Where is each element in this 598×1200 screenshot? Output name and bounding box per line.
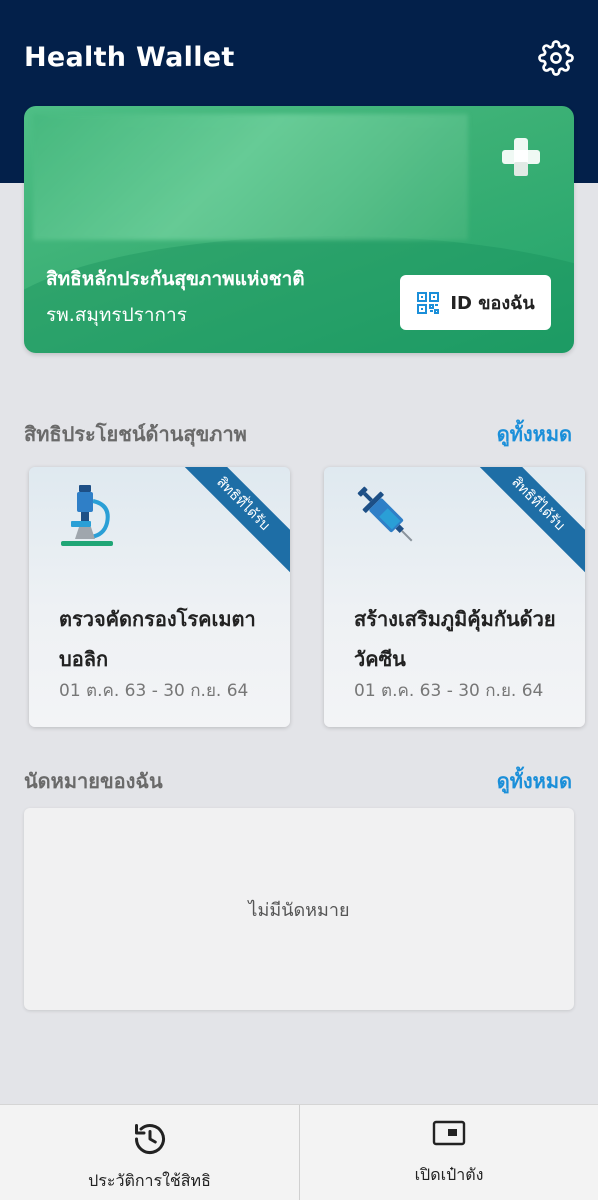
benefit-title: สร้างเสริมภูมิคุ้มกันด้วยวัคซีน bbox=[354, 607, 556, 671]
card-blurred-image bbox=[33, 114, 468, 240]
nav-usage-history[interactable]: ประวัติการใช้สิทธิ bbox=[0, 1105, 299, 1200]
benefit-date-range: 01 ต.ค. 63 - 30 ก.ย. 64 bbox=[59, 681, 249, 701]
plus-icon bbox=[502, 138, 540, 176]
qr-code-icon bbox=[417, 291, 440, 314]
benefit-card-metabolic-screening[interactable]: สิทธิที่ได้รับ ตรวจคัดกรองโรคเมตาบอลิก 0… bbox=[29, 467, 290, 727]
health-coverage-card[interactable]: สิทธิหลักประกันสุขภาพแห่งชาติ รพ.สมุทรปร… bbox=[24, 106, 574, 353]
gear-icon bbox=[538, 40, 574, 76]
benefit-ribbon: สิทธิที่ได้รับ bbox=[467, 467, 585, 575]
bottom-nav: ประวัติการใช้สิทธิ เปิดเป๋าตัง bbox=[0, 1104, 598, 1200]
benefit-title: ตรวจคัดกรองโรคเมตาบอลิก bbox=[59, 607, 256, 671]
microscope-icon bbox=[61, 485, 113, 546]
history-icon bbox=[134, 1124, 165, 1155]
appointments-empty-box: ไม่มีนัดหมาย bbox=[24, 808, 574, 1010]
appointments-section-title: นัดหมายของฉัน bbox=[24, 769, 163, 793]
app-title: Health Wallet bbox=[24, 42, 235, 73]
benefit-card-vaccination[interactable]: สิทธิที่ได้รับ สร้างเสริมภูมิคุ้มกันด้วย… bbox=[324, 467, 585, 727]
nav-open-wallet-label: เปิดเป๋าตัง bbox=[414, 1165, 484, 1184]
hospital-name: รพ.สมุทรปราการ bbox=[46, 304, 187, 326]
benefits-section-title: สิทธิประโยชน์ด้านสุขภาพ bbox=[24, 422, 247, 446]
settings-button[interactable] bbox=[536, 38, 576, 78]
no-appointments-text: ไม่มีนัดหมาย bbox=[248, 899, 350, 921]
nav-usage-history-label: ประวัติการใช้สิทธิ bbox=[88, 1171, 211, 1190]
appointments-see-all-link[interactable]: ดูทั้งหมด bbox=[497, 765, 572, 797]
syringe-icon bbox=[357, 486, 413, 542]
my-id-button[interactable]: ID ของฉัน bbox=[400, 275, 551, 330]
benefit-ribbon: สิทธิที่ได้รับ bbox=[172, 467, 290, 575]
benefits-see-all-link[interactable]: ดูทั้งหมด bbox=[497, 418, 572, 450]
nav-open-wallet[interactable]: เปิดเป๋าตัง bbox=[299, 1105, 598, 1200]
coverage-title: สิทธิหลักประกันสุขภาพแห่งชาติ bbox=[46, 268, 305, 290]
wallet-icon bbox=[432, 1120, 466, 1146]
benefit-date-range: 01 ต.ค. 63 - 30 ก.ย. 64 bbox=[354, 681, 544, 701]
my-id-label: ID ของฉัน bbox=[450, 293, 535, 314]
